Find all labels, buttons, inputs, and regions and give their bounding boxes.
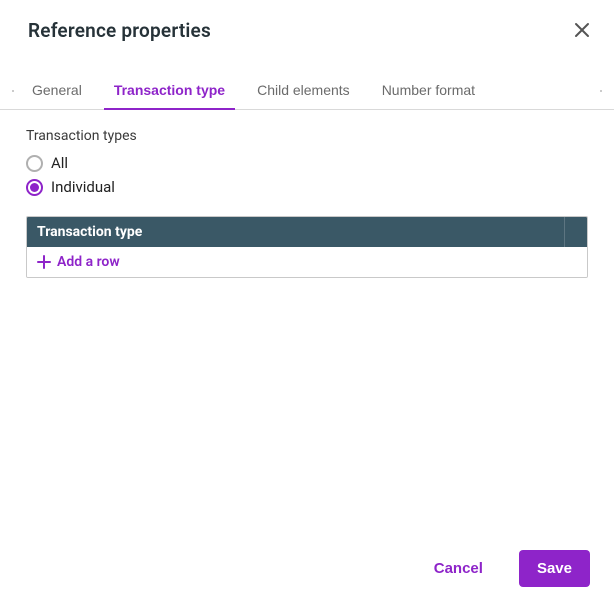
radio-individual[interactable]: Individual [26,178,588,196]
radio-label: Individual [51,178,115,196]
table-header-row: Transaction type [27,217,587,247]
close-button[interactable] [570,18,594,42]
tab-child-elements[interactable]: Child elements [241,72,366,109]
column-header-spacer [565,217,587,247]
tab-transaction-type[interactable]: Transaction type [98,72,241,109]
add-row-label: Add a row [57,254,120,270]
dialog-title: Reference properties [28,19,211,42]
tab-indicator-dot [12,90,14,92]
tab-indicator-dot [600,90,602,92]
save-button[interactable]: Save [519,550,590,587]
cancel-button[interactable]: Cancel [416,550,501,587]
radio-label: All [51,154,68,172]
radio-icon [26,179,43,196]
tab-content: Transaction types All Individual Transac… [0,110,614,534]
radio-icon [26,155,43,172]
dialog: Reference properties General Transaction… [0,0,614,609]
tab-bar: General Transaction type Child elements … [0,72,614,110]
transaction-type-table: Transaction type Add a row [26,216,588,278]
plus-icon [37,255,51,269]
close-icon [574,22,590,38]
add-row-button[interactable]: Add a row [27,247,587,277]
dialog-footer: Cancel Save [0,534,614,609]
section-label: Transaction types [26,128,588,144]
tab-number-format[interactable]: Number format [366,72,491,109]
column-header-transaction-type: Transaction type [27,217,565,247]
radio-group-transaction-types: All Individual [26,154,588,196]
radio-all[interactable]: All [26,154,588,172]
tab-general[interactable]: General [16,72,98,109]
dialog-header: Reference properties [0,0,614,54]
